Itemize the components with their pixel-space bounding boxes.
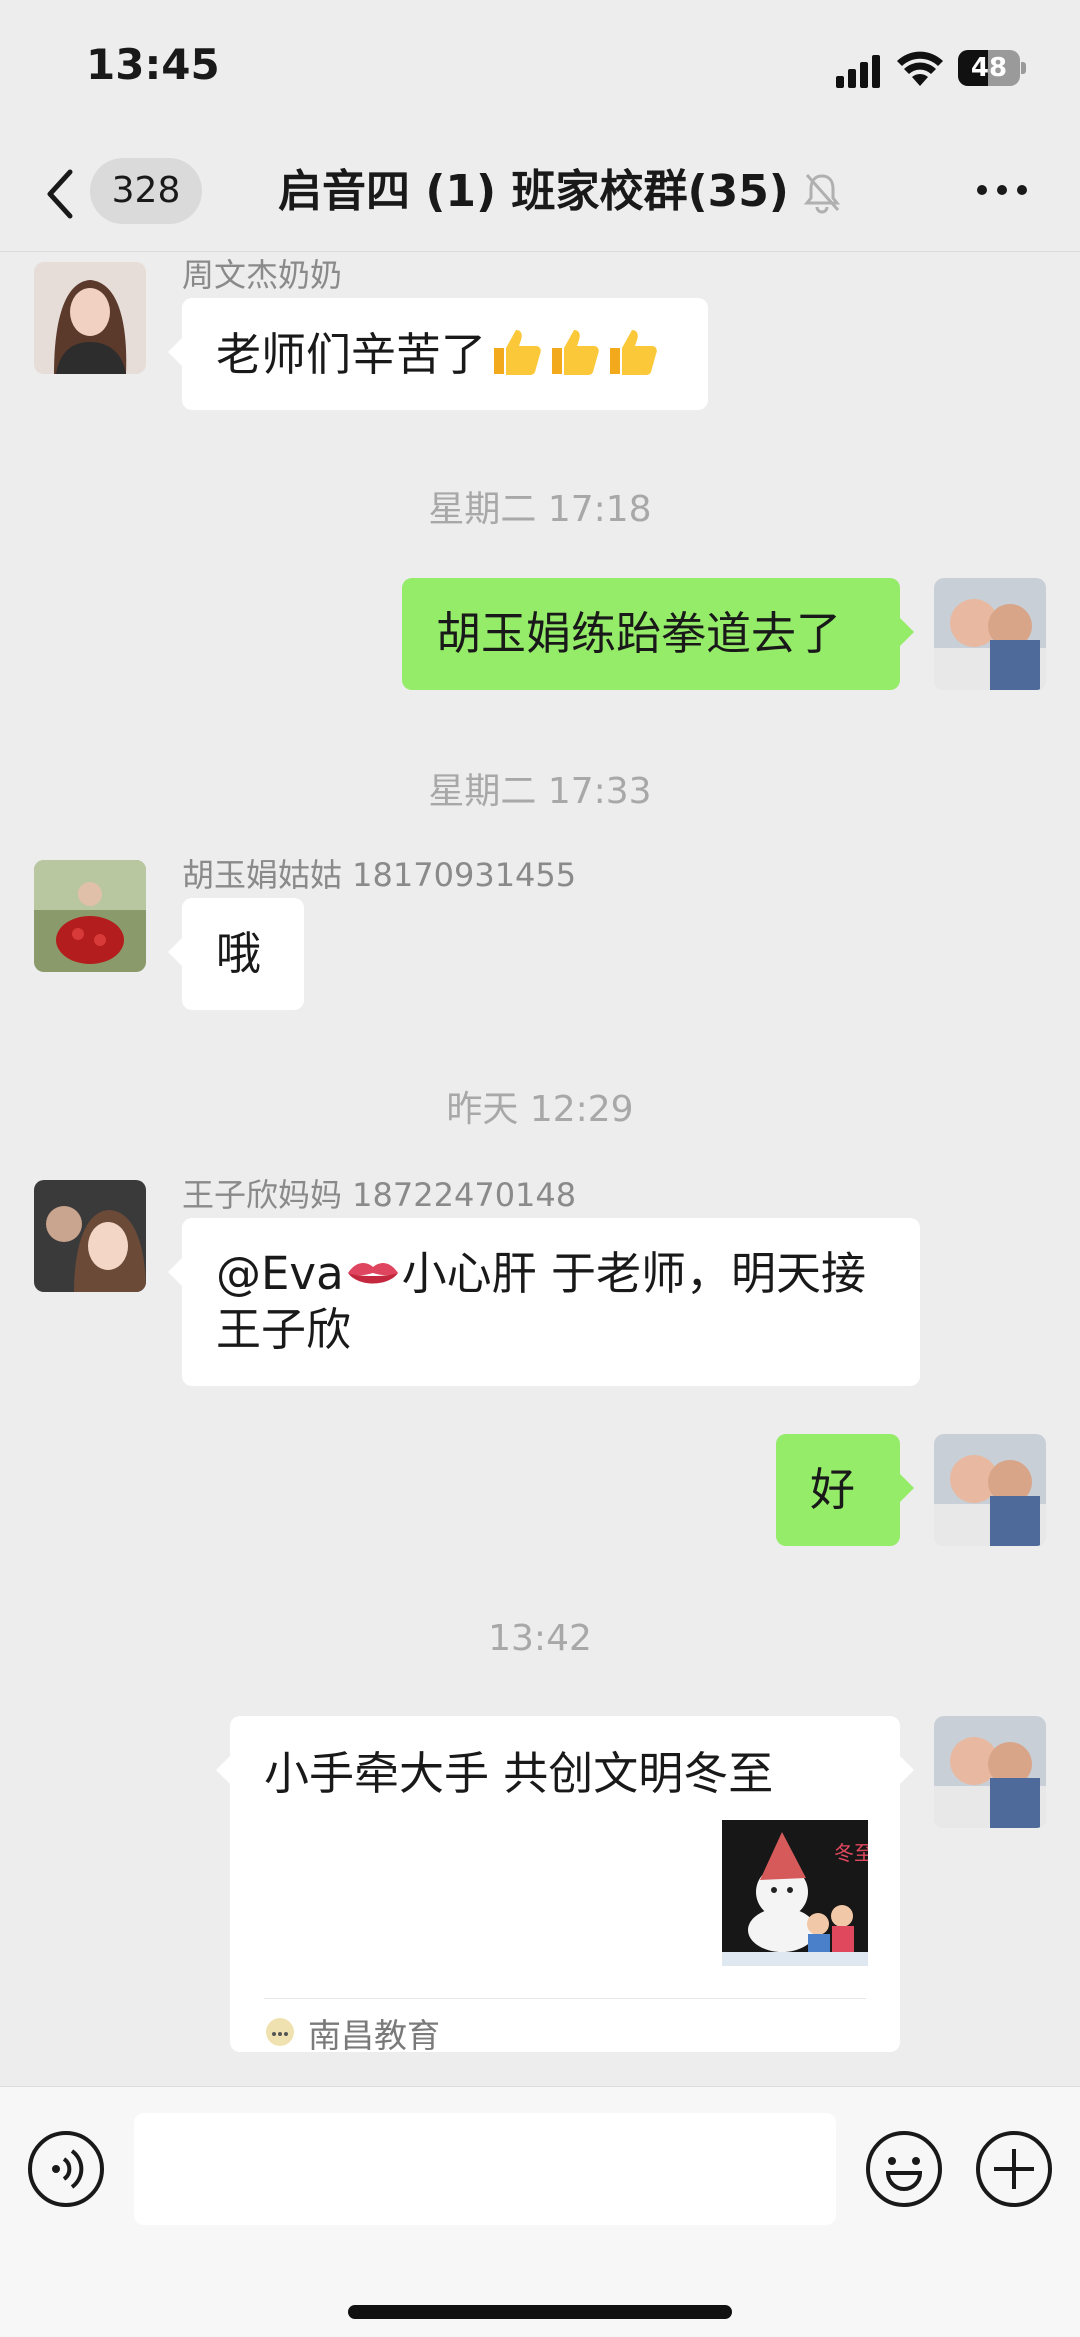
divider [264, 1998, 866, 1999]
message-bubble[interactable]: 好 [776, 1434, 914, 1546]
avatar[interactable] [34, 860, 146, 972]
message-text: 好 [810, 1463, 856, 1516]
message-text: 小心肝 于老师，明天接 [401, 1247, 866, 1300]
timestamp: 13:42 [488, 1618, 592, 1659]
mention-text[interactable]: @Eva [216, 1247, 344, 1300]
avatar[interactable] [34, 1180, 146, 1292]
thumbs-up-icon [552, 330, 599, 375]
voice-icon[interactable] [26, 2129, 106, 2209]
message-text: 哦 [216, 927, 262, 980]
emoji-icon[interactable] [864, 2129, 944, 2209]
message-text: 老师们辛苦了 [216, 328, 487, 381]
thumbnail-label: 冬至 [834, 1841, 868, 1865]
status-time: 13:45 [86, 40, 220, 89]
chat-title[interactable]: 启音四 (1) 班家校群(35) [278, 160, 789, 224]
timestamp: 星期二 17:33 [428, 771, 652, 812]
plus-icon[interactable] [974, 2129, 1054, 2209]
signal-icon [836, 55, 880, 88]
message-bubble[interactable]: @Eva 小心肝 于老师，明天接 王子欣 [168, 1218, 920, 1386]
input-bar [0, 2086, 1080, 2337]
message-bubble[interactable]: 老师们辛苦了 [168, 298, 708, 410]
home-indicator [348, 2305, 732, 2319]
battery-percentage: 48 [970, 53, 1008, 83]
my-avatar[interactable] [934, 578, 1046, 690]
mute-bell-icon [803, 174, 841, 214]
thumbs-up-icon [610, 330, 657, 375]
unread-count-badge[interactable]: 328 [90, 158, 202, 224]
chat-header: 328 启音四 (1) 班家校群(35) [0, 140, 1080, 252]
more-icon[interactable] [972, 170, 1032, 210]
message-input[interactable] [134, 2113, 836, 2225]
sender-name: 胡玉娟姑姑 18170931455 [182, 856, 577, 894]
article-title: 小手牵大手 共创文明冬至 [264, 1747, 774, 1800]
my-avatar[interactable] [934, 1716, 1046, 1828]
timestamp: 星期二 17:18 [428, 489, 652, 530]
avatar[interactable] [34, 262, 146, 374]
my-avatar[interactable] [934, 1434, 1046, 1546]
back-chevron-icon[interactable] [40, 164, 80, 224]
wifi-icon [897, 51, 943, 86]
message-bubble[interactable]: 胡玉娟练跆拳道去了 [402, 578, 914, 690]
message-text: 胡玉娟练跆拳道去了 [436, 607, 842, 660]
timestamp: 昨天 12:29 [446, 1089, 634, 1130]
message-text-line2: 王子欣 [216, 1303, 352, 1356]
article-source: 南昌教育 [308, 2016, 440, 2055]
article-thumbnail: 冬至 [722, 1820, 868, 1966]
status-bar: 13:45 48 [0, 0, 1080, 140]
thumbs-up-icon [494, 330, 541, 375]
article-card[interactable]: 小手牵大手 共创文明冬至 冬至 南昌教育 [216, 1716, 914, 2055]
sender-name: 王子欣妈妈 18722470148 [182, 1176, 577, 1214]
battery-icon: 48 [958, 50, 1026, 86]
message-bubble[interactable]: 哦 [168, 898, 304, 1010]
source-icon [266, 2018, 294, 2046]
lips-emoji-icon [347, 1263, 398, 1284]
sender-name: 周文杰奶奶 [182, 256, 343, 294]
